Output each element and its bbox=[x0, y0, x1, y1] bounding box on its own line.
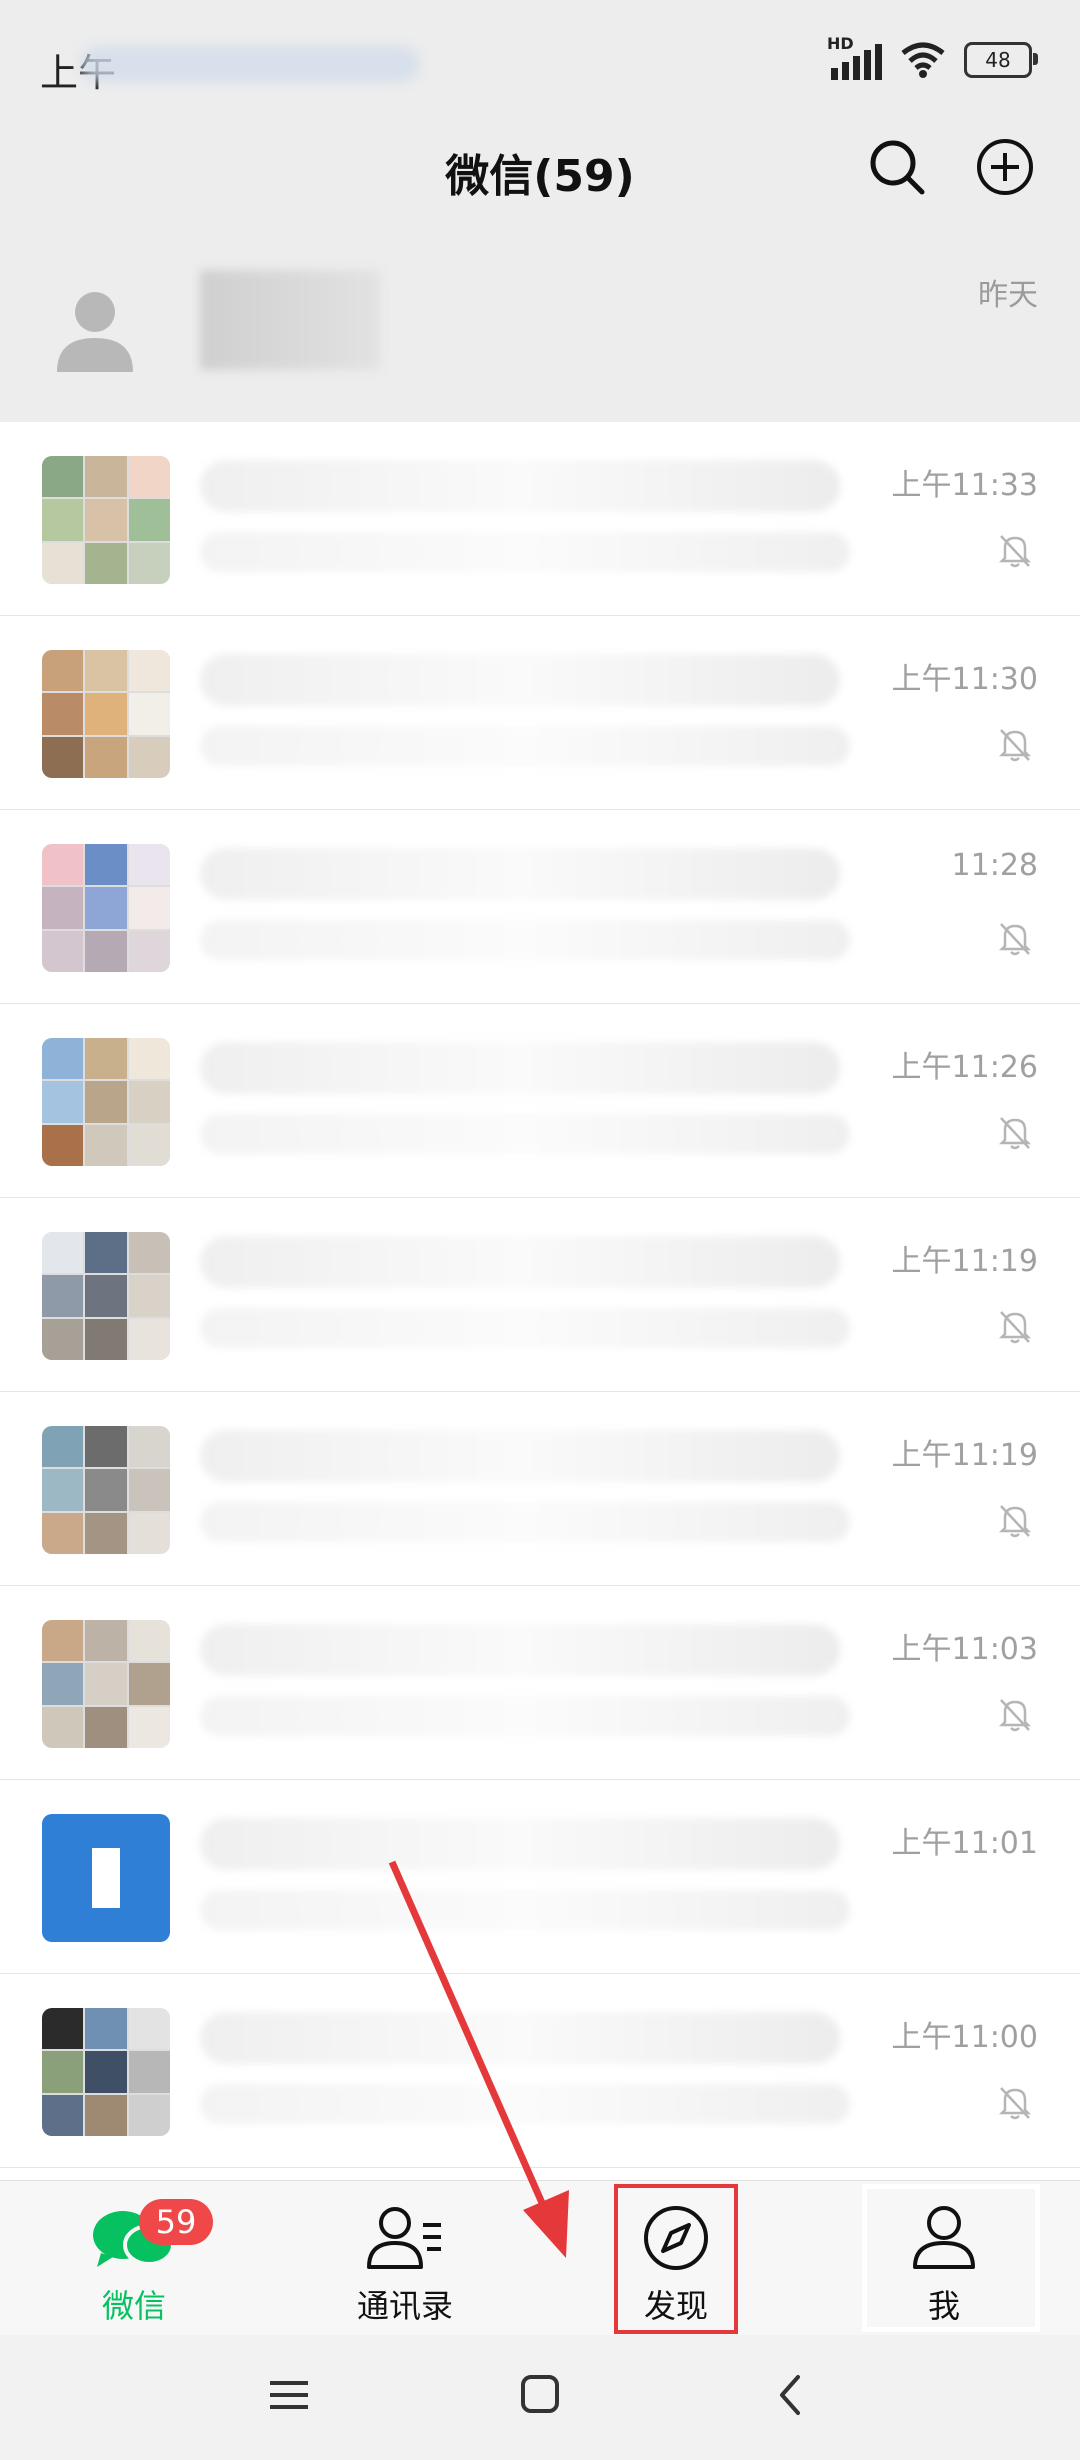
status-icons: HD 48 bbox=[827, 34, 1038, 80]
redacted-chat-title bbox=[200, 1042, 840, 1094]
pinned-chat[interactable]: 昨天 bbox=[0, 230, 1080, 422]
status-bar: 上午 HD 48 bbox=[0, 0, 1080, 130]
chat-time: 上午11:30 bbox=[891, 662, 1038, 697]
chat-time: 昨天 bbox=[978, 278, 1038, 313]
annotation-white-box bbox=[862, 2184, 1040, 2332]
annotation-highlight-box bbox=[614, 2184, 738, 2334]
tab-chats[interactable]: 59 微信 bbox=[34, 2181, 234, 2336]
redacted-chat-title bbox=[200, 2012, 840, 2064]
mute-bell-icon bbox=[998, 923, 1032, 956]
chat-list-item[interactable]: 上午11:03 bbox=[0, 1586, 1080, 1780]
redacted-chat-title bbox=[200, 654, 840, 706]
chat-list-item[interactable]: 上午11:01 bbox=[0, 1780, 1080, 1974]
redacted-chat-title bbox=[200, 1236, 840, 1288]
chat-time: 上午11:01 bbox=[891, 1826, 1038, 1861]
redacted-chat-preview bbox=[200, 1502, 850, 1542]
tab-label: 通讯录 bbox=[356, 2287, 453, 2325]
redacted-chat-title bbox=[200, 1624, 840, 1676]
chat-list-item[interactable]: 上午11:00 bbox=[0, 1974, 1080, 2168]
redacted-chat-title bbox=[200, 460, 840, 512]
chat-list-item[interactable]: 上午11:33 bbox=[0, 422, 1080, 616]
chat-time: 上午11:19 bbox=[891, 1438, 1038, 1473]
group-avatar bbox=[42, 1426, 170, 1554]
signal-icon: HD bbox=[827, 34, 882, 80]
battery-indicator: 48 bbox=[964, 42, 1038, 78]
chat-list-item[interactable]: 上午11:19 bbox=[0, 1392, 1080, 1586]
group-avatar bbox=[42, 1620, 170, 1748]
redacted-chat-preview bbox=[200, 1114, 850, 1154]
mute-bell-icon bbox=[998, 729, 1032, 762]
mute-bell-icon bbox=[998, 535, 1032, 568]
app-header: 微信(59) bbox=[0, 130, 1080, 230]
redacted-chat-preview bbox=[200, 920, 850, 960]
redacted-chat-preview bbox=[200, 2084, 850, 2124]
redacted-chat-preview bbox=[200, 726, 850, 766]
mute-bell-icon bbox=[998, 2087, 1032, 2120]
group-avatar bbox=[42, 1038, 170, 1166]
mute-bell-icon bbox=[998, 1311, 1032, 1344]
chat-list: 上午11:33 上午11:30 11:28 上午11:26 上午11:19 上午… bbox=[0, 422, 1080, 2168]
group-avatar bbox=[42, 2008, 170, 2136]
redacted-chat-preview bbox=[200, 1696, 850, 1736]
mute-bell-icon bbox=[998, 1117, 1032, 1150]
add-circle-icon[interactable] bbox=[970, 132, 1040, 202]
redacted-chat-title bbox=[200, 1818, 840, 1870]
group-avatar bbox=[42, 456, 170, 584]
menu-icon[interactable] bbox=[254, 2365, 324, 2425]
chat-list-item[interactable]: 上午11:26 bbox=[0, 1004, 1080, 1198]
chat-time: 上午11:19 bbox=[891, 1244, 1038, 1279]
redacted-status-text bbox=[80, 46, 420, 82]
contacts-icon bbox=[367, 2207, 441, 2269]
chat-list-item[interactable]: 上午11:19 bbox=[0, 1198, 1080, 1392]
tab-contacts[interactable]: 通讯录 bbox=[305, 2181, 505, 2336]
chat-time: 11:28 bbox=[951, 848, 1038, 883]
redacted-chat-name bbox=[200, 270, 380, 370]
unread-badge: 59 bbox=[139, 2199, 213, 2245]
chat-time: 上午11:26 bbox=[891, 1050, 1038, 1085]
mute-bell-icon bbox=[998, 1699, 1032, 1732]
chat-time: 上午11:33 bbox=[891, 468, 1038, 503]
official-account-avatar bbox=[42, 1814, 170, 1942]
search-icon[interactable] bbox=[862, 132, 932, 202]
group-avatar bbox=[42, 650, 170, 778]
redacted-chat-preview bbox=[200, 1890, 850, 1930]
chat-list-item[interactable]: 上午11:30 bbox=[0, 616, 1080, 810]
chat-list-item[interactable]: 11:28 bbox=[0, 810, 1080, 1004]
group-avatar bbox=[42, 844, 170, 972]
wifi-icon bbox=[901, 42, 945, 78]
system-nav-bar bbox=[0, 2335, 1080, 2460]
redacted-chat-preview bbox=[200, 1308, 850, 1348]
default-avatar-icon bbox=[57, 292, 133, 372]
redacted-chat-preview bbox=[200, 532, 850, 572]
chat-time: 上午11:03 bbox=[891, 1632, 1038, 1667]
group-avatar bbox=[42, 1232, 170, 1360]
chat-time: 上午11:00 bbox=[891, 2020, 1038, 2055]
redacted-chat-title bbox=[200, 848, 840, 900]
home-icon[interactable] bbox=[505, 2365, 575, 2425]
mute-bell-icon bbox=[998, 1505, 1032, 1538]
tab-label: 微信 bbox=[101, 2287, 166, 2325]
redacted-chat-title bbox=[200, 1430, 840, 1482]
back-icon[interactable] bbox=[756, 2365, 826, 2425]
